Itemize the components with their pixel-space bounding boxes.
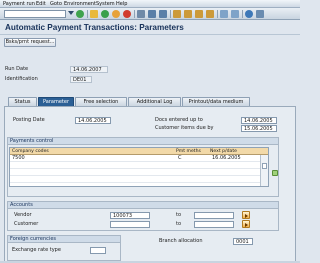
vendor-to-label: to xyxy=(176,212,182,218)
table-row xyxy=(10,176,260,183)
scrollbar-thumb[interactable] xyxy=(262,163,267,169)
column-next-pdate[interactable]: Next p/date xyxy=(210,148,237,155)
table-header: Company codes Pmt meths Next p/date xyxy=(10,148,268,155)
column-company-codes[interactable]: Company codes xyxy=(12,148,49,155)
previous-page-icon[interactable] xyxy=(184,10,192,18)
payments-control-group: Payments control Company codes Pmt meths… xyxy=(7,137,279,197)
customer-items-field[interactable]: 15.06.2005 xyxy=(241,125,277,132)
toolbar-separator xyxy=(87,10,88,18)
customer-items-label: Customer items due by xyxy=(155,125,214,131)
next-pdate-cell[interactable]: 16.06.2005 xyxy=(212,155,241,162)
first-page-icon[interactable] xyxy=(173,10,181,18)
posting-date-label: Posting Date xyxy=(13,117,45,123)
application-toolbar: Bsks/prnt request... xyxy=(0,36,300,48)
docs-entered-field[interactable]: 14.06.2005 xyxy=(241,117,277,124)
tab-additional-log[interactable]: Additional Log xyxy=(128,97,181,106)
tab-parameter[interactable]: Parameter xyxy=(38,97,74,106)
toolbar-separator xyxy=(242,10,243,18)
customer-to-label: to xyxy=(176,221,182,227)
last-page-icon[interactable] xyxy=(206,10,214,18)
help-icon[interactable] xyxy=(245,10,253,18)
menu-environment[interactable]: Environment xyxy=(64,1,96,7)
print-request-button[interactable]: Bsks/prnt request... xyxy=(4,38,56,47)
exit-icon[interactable] xyxy=(112,10,120,18)
toolbar-separator xyxy=(217,10,218,18)
menu-bar: Payment run Edit Goto Environment System… xyxy=(0,0,300,8)
table-row: 7500 C 16.06.2005 xyxy=(10,155,260,162)
payments-control-table: Company codes Pmt meths Next p/date 7500… xyxy=(9,147,269,187)
back-icon[interactable] xyxy=(101,10,109,18)
docs-entered-label: Docs entered up to xyxy=(155,117,203,123)
tab-free-selection[interactable]: Free selection xyxy=(75,97,127,106)
parameter-panel: Posting Date 14.06.2005 Docs entered up … xyxy=(4,106,296,263)
customer-multiple-selection-icon[interactable] xyxy=(242,220,250,228)
customer-from-field[interactable] xyxy=(110,221,150,228)
customer-label: Customer xyxy=(14,221,39,227)
branch-allocation-label: Branch allocation xyxy=(159,238,203,244)
vendor-multiple-selection-icon[interactable] xyxy=(242,211,250,219)
title-bar: Automatic Payment Transactions: Paramete… xyxy=(0,21,300,35)
vendor-label: Vendor xyxy=(14,212,32,218)
tab-printout-data-medium[interactable]: Printout/data medium xyxy=(182,97,250,106)
foreign-currencies-group: Foreign currencies Exchange rate type xyxy=(7,235,121,261)
payments-control-title: Payments control xyxy=(8,138,278,145)
menu-help[interactable]: Help xyxy=(116,1,127,7)
cancel-icon[interactable] xyxy=(123,10,131,18)
table-row xyxy=(10,169,260,176)
exchange-rate-type-label: Exchange rate type xyxy=(12,247,61,253)
layout-icon[interactable] xyxy=(256,10,264,18)
table-row xyxy=(10,162,260,169)
save-icon[interactable] xyxy=(90,10,98,18)
menu-goto[interactable]: Goto xyxy=(50,1,62,7)
print-icon[interactable] xyxy=(137,10,145,18)
identification-field: DE01 xyxy=(70,76,92,83)
branch-allocation-field[interactable]: 0001 xyxy=(233,238,253,245)
page-title: Automatic Payment Transactions: Paramete… xyxy=(5,23,184,32)
new-session-icon[interactable] xyxy=(220,10,228,18)
run-date-field: 14.06.2007 xyxy=(70,66,108,73)
vendor-from-field[interactable]: 100073 xyxy=(110,212,150,219)
command-field[interactable] xyxy=(4,10,66,18)
find-next-icon[interactable] xyxy=(159,10,167,18)
menu-system[interactable]: System xyxy=(96,1,115,7)
tab-status[interactable]: Status xyxy=(8,97,37,106)
menu-edit[interactable]: Edit xyxy=(36,1,46,7)
accounts-title: Accounts xyxy=(8,202,278,209)
posting-date-field[interactable]: 14.06.2005 xyxy=(75,117,111,124)
company-code-cell[interactable]: 7500 xyxy=(12,155,25,162)
vendor-to-field[interactable] xyxy=(194,212,234,219)
toolbar-separator xyxy=(134,10,135,18)
find-icon[interactable] xyxy=(148,10,156,18)
foreign-currencies-title: Foreign currencies xyxy=(8,236,120,243)
column-pmt-meths[interactable]: Pmt meths xyxy=(176,148,201,155)
standard-toolbar xyxy=(0,8,300,20)
pmt-meths-cell[interactable]: C xyxy=(178,155,182,162)
shortcut-icon[interactable] xyxy=(231,10,239,18)
toolbar-separator xyxy=(170,10,171,18)
run-date-label: Run Date xyxy=(5,66,29,72)
exchange-rate-type-field[interactable] xyxy=(90,247,106,254)
menu-payment-run[interactable]: Payment run xyxy=(3,1,35,7)
table-settings-icon[interactable] xyxy=(272,170,278,176)
customer-to-field[interactable] xyxy=(194,221,234,228)
enter-icon[interactable] xyxy=(76,10,84,18)
accounts-group: Accounts Vendor 100073 to Customer to xyxy=(7,201,279,231)
table-scrollbar[interactable] xyxy=(260,155,268,186)
identification-label: Identification xyxy=(5,76,38,82)
next-page-icon[interactable] xyxy=(195,10,203,18)
command-dropdown-icon[interactable] xyxy=(68,11,74,15)
